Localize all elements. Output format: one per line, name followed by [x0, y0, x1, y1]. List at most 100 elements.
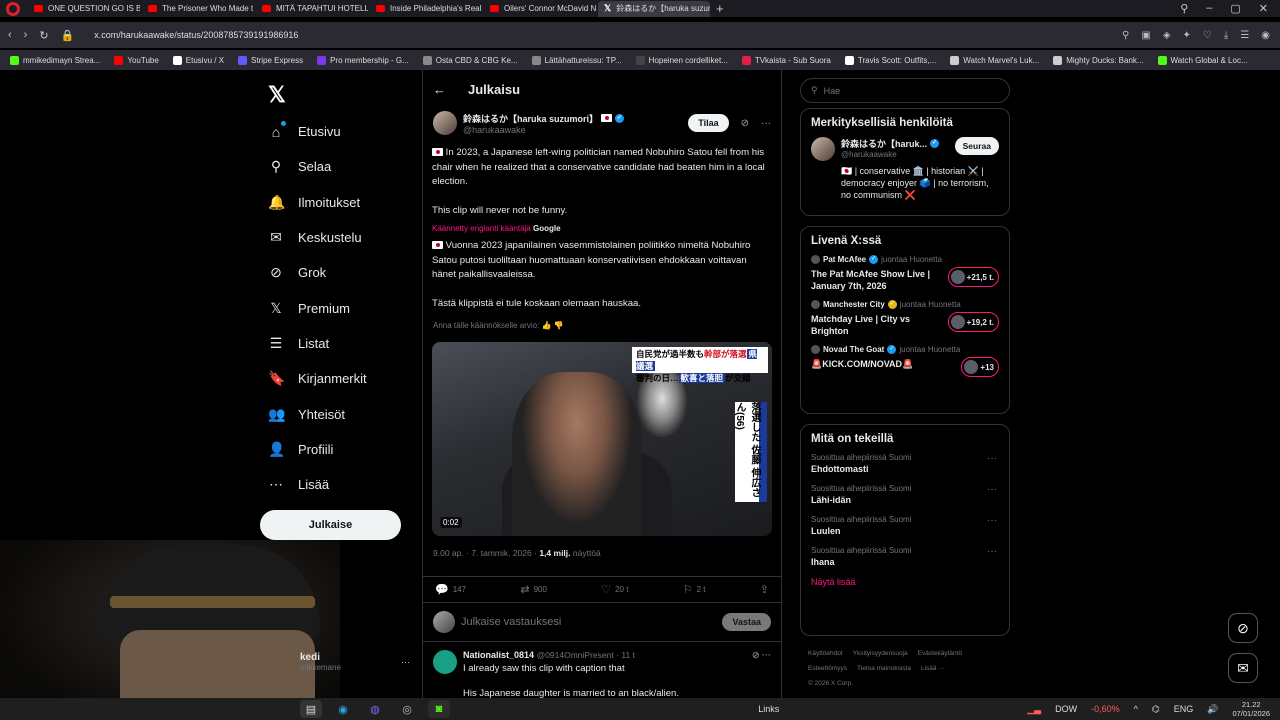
volume-icon[interactable]: 🔊	[1207, 704, 1218, 715]
steam-icon[interactable]: ◎	[396, 700, 418, 718]
bookmark-item[interactable]: Mighty Ducks: Bank...	[1053, 55, 1144, 65]
trend-more-icon[interactable]: ···	[987, 484, 997, 495]
extension-icon[interactable]: ✦	[1183, 30, 1191, 41]
trend-more-icon[interactable]: ···	[987, 453, 997, 464]
reply-button[interactable]: Vastaa	[722, 613, 771, 632]
bookmark-item[interactable]: TVkaista - Sub Suora	[741, 55, 831, 65]
footer-link[interactable]: Yksityisyydensuoja	[853, 650, 908, 657]
more-options-icon[interactable]: ···	[761, 118, 771, 129]
shield-icon[interactable]: ◈	[1163, 30, 1171, 41]
reply-avatar[interactable]	[433, 650, 457, 675]
nav-item-home[interactable]: ⌂ Etusivu	[258, 114, 418, 149]
post-button[interactable]: Julkaise	[260, 510, 401, 540]
language-indicator[interactable]: ENG	[1174, 704, 1194, 714]
subscribe-button[interactable]: Tilaa	[688, 114, 729, 132]
heart-icon[interactable]: ♡	[1203, 30, 1212, 41]
reply-author-name[interactable]: Nationalist_0814	[463, 650, 534, 660]
repost-action[interactable]: ⇄ 900	[520, 583, 547, 596]
footer-link[interactable]: Esteettömyys	[808, 665, 847, 672]
nav-item-bell[interactable]: 🔔 Ilmoitukset	[258, 185, 418, 220]
tray-chevron-icon[interactable]: ^	[1134, 704, 1138, 714]
browser-tab[interactable]: MITÄ TAPAHTUI HOTELLI✕	[256, 1, 368, 17]
new-tab-icon[interactable]: +	[716, 1, 724, 16]
grok-fab-icon[interactable]: ⊘	[1228, 613, 1258, 643]
camera-icon[interactable]: ▣	[1141, 30, 1150, 41]
author-name-row[interactable]: 鈴森はるか【haruka suzumori】 ✓	[463, 112, 625, 125]
footer-link[interactable]: © 2026 X Corp.	[808, 680, 853, 687]
thumbs-down-icon[interactable]: 👎	[554, 321, 564, 330]
browser-tab[interactable]: The Prisoner Who Made t✕	[142, 1, 254, 17]
live-item[interactable]: Pat McAfee ✓ juontaa Huonetta The Pat McAfe…	[811, 255, 999, 292]
url-field[interactable]: x.com/harukaawake/status/200878573919198…	[94, 30, 298, 40]
trend-more-icon[interactable]: ···	[987, 515, 997, 526]
nav-item-communities[interactable]: 👥 Yhteisöt	[258, 396, 418, 431]
bookmark-item[interactable]: Hopeinen cordelliket...	[635, 55, 728, 65]
trend-item[interactable]: Suosittua aihepiirissä Suomi Lähi-idän ···	[811, 484, 999, 505]
trend-more-icon[interactable]: ···	[987, 546, 997, 557]
reply-post[interactable]: Nationalist_0814 @0914OmniPresent · 11 t…	[423, 642, 781, 698]
nav-item-search[interactable]: ⚲ Selaa	[258, 149, 418, 184]
live-item[interactable]: Novad The Goat ✓ juontaa Huonetta 🚨KICK.COM…	[811, 345, 999, 377]
translation-notice[interactable]: Käännetty englanti kääntäjä Google	[432, 222, 771, 237]
bookmark-item[interactable]: Etusivu / X	[172, 55, 224, 65]
show-more-link[interactable]: Näytä lisää	[811, 577, 999, 587]
browser-tab[interactable]: 𝕏鈴森はるか【haruka suzum✕	[598, 0, 710, 17]
forward-icon[interactable]: ›	[24, 29, 28, 41]
live-item[interactable]: Manchester City ✓ juontaa Huonetta Matchday…	[811, 300, 999, 337]
reply-input[interactable]: Julkaise vastauksesi	[461, 616, 561, 628]
download-icon[interactable]: ⤓	[1224, 30, 1228, 41]
back-icon[interactable]: ‹	[8, 29, 12, 41]
nav-item-x-premium[interactable]: 𝕏 Premium	[258, 290, 418, 325]
clock[interactable]: 21.22 07/01/2026	[1232, 700, 1270, 718]
grok-icon[interactable]: ⊘	[741, 118, 749, 129]
bookmark-item[interactable]: mmikedimayn Strea...	[10, 55, 100, 65]
search-tabs-icon[interactable]: ⚲	[1180, 2, 1188, 15]
thumbs-up-icon[interactable]: 👍	[542, 321, 552, 330]
profile-icon[interactable]: ◉	[1261, 30, 1270, 41]
bookmark-action[interactable]: ⚐ 2 t	[683, 583, 706, 596]
messages-fab-icon[interactable]: ✉	[1228, 653, 1258, 683]
back-arrow-icon[interactable]: ←	[433, 82, 446, 97]
bookmark-item[interactable]: Lättähattureissu: TP...	[531, 55, 622, 65]
footer-link[interactable]: Käyttöehdot	[808, 650, 843, 657]
footer-link[interactable]: Evästekäytäntö	[918, 650, 962, 657]
dow-label[interactable]: DOW	[1055, 704, 1077, 714]
maximize-icon[interactable]: ▢	[1230, 2, 1240, 15]
search-icon[interactable]: ⚲	[1122, 30, 1129, 41]
x-logo-icon[interactable]: 𝕏	[268, 82, 418, 114]
bookmark-item[interactable]: Stripe Express	[238, 55, 303, 65]
bookmark-item[interactable]: Pro membership - G...	[317, 55, 409, 65]
edge-icon[interactable]: ◉	[332, 700, 354, 718]
footer-link[interactable]: Tietoa mainoksista	[857, 665, 911, 672]
account-switcher[interactable]: kedi mikkemane ···	[300, 652, 410, 672]
nav-item-bookmark[interactable]: 🔖 Kirjanmerkit	[258, 361, 418, 396]
account-more-icon[interactable]: ···	[401, 657, 410, 667]
obs-icon[interactable]: ◙	[428, 700, 450, 718]
search-input[interactable]: ⚲ Hae	[800, 78, 1010, 103]
nav-item-list[interactable]: ☰ Listat	[258, 326, 418, 361]
close-window-icon[interactable]: ✕	[1259, 2, 1268, 15]
relevant-name-row[interactable]: 鈴森はるか【haruk... ✓	[841, 137, 940, 150]
follow-button[interactable]: Seuraa	[954, 137, 999, 155]
links-toolbar[interactable]: Links	[758, 704, 779, 714]
nav-item-grok[interactable]: ⊘ Grok	[258, 255, 418, 290]
reply-action[interactable]: 💬 147	[435, 583, 466, 596]
footer-link[interactable]: Lisää ···	[921, 665, 945, 672]
bookmark-item[interactable]: YouTube	[114, 55, 159, 65]
network-icon[interactable]: ⌬	[1152, 704, 1160, 715]
bookmark-item[interactable]: Watch Marvel's Luk...	[950, 55, 1039, 65]
trend-item[interactable]: Suosittua aihepiirissä Suomi Ehdottomasti…	[811, 453, 999, 474]
browser-tab[interactable]: Oilers' Connor McDavid N✕	[484, 1, 596, 17]
minimize-icon[interactable]: –	[1206, 2, 1212, 15]
bookmark-item[interactable]: Travis Scott: Outfits,...	[844, 55, 936, 65]
post-video[interactable]: 自民党が過半数も幹部が落選 県議選 審判の日… 歓喜と落胆 が交錯 落選した 佐藤 伸…	[432, 342, 772, 537]
post-timestamp[interactable]: 9.00 ap. · 7. tammik. 2026 ·	[433, 548, 537, 558]
reply-more-icon[interactable]: ⊘ ···	[752, 650, 771, 661]
browser-tab[interactable]: ONE QUESTION GO IS BA✕	[28, 1, 140, 17]
file-explorer-icon[interactable]: ▤	[300, 700, 322, 718]
share-action[interactable]: ⇪	[760, 583, 769, 596]
author-avatar[interactable]	[433, 111, 457, 135]
discord-icon[interactable]: ◍	[364, 700, 386, 718]
relevant-avatar[interactable]	[811, 137, 835, 161]
bookmark-item[interactable]: Osta CBD & CBG Ke...	[422, 55, 518, 65]
